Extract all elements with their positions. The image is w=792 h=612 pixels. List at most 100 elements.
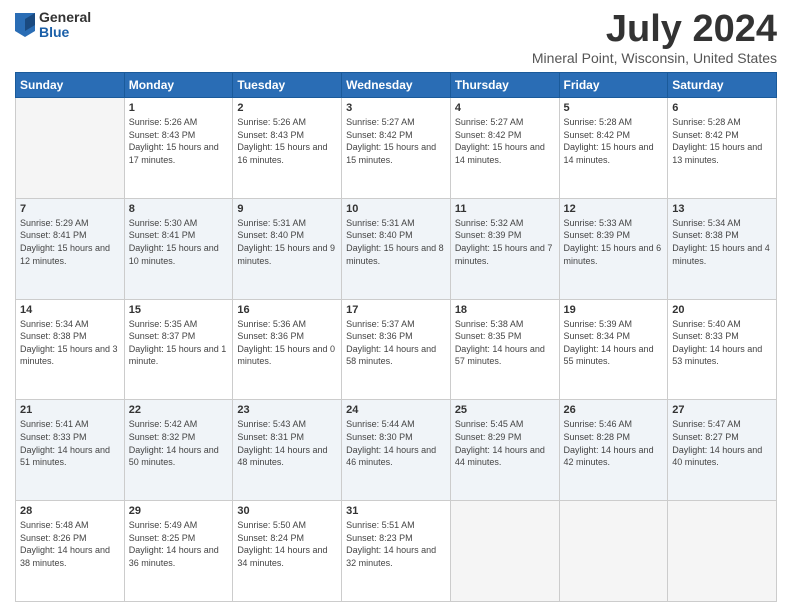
- day-number: 14: [20, 304, 120, 316]
- day-number: 31: [346, 505, 446, 517]
- logo-text: General Blue: [39, 10, 91, 41]
- day-number: 25: [455, 404, 555, 416]
- day-number: 10: [346, 203, 446, 215]
- calendar-row-4: 21 Sunrise: 5:41 AM Sunset: 8:33 PM Dayli…: [16, 400, 777, 501]
- cell-info: Sunrise: 5:33 AM Sunset: 8:39 PM Dayligh…: [564, 217, 664, 267]
- cell-info: Sunrise: 5:26 AM Sunset: 8:43 PM Dayligh…: [237, 116, 337, 166]
- calendar-row-2: 7 Sunrise: 5:29 AM Sunset: 8:41 PM Daylig…: [16, 198, 777, 299]
- calendar-cell: 29 Sunrise: 5:49 AM Sunset: 8:25 PM Dayli…: [124, 501, 233, 602]
- calendar-cell: 3 Sunrise: 5:27 AM Sunset: 8:42 PM Daylig…: [342, 98, 451, 199]
- cell-info: Sunrise: 5:32 AM Sunset: 8:39 PM Dayligh…: [455, 217, 555, 267]
- day-number: 23: [237, 404, 337, 416]
- calendar-table: Sunday Monday Tuesday Wednesday Thursday…: [15, 72, 777, 602]
- calendar-cell: 11 Sunrise: 5:32 AM Sunset: 8:39 PM Dayli…: [450, 198, 559, 299]
- month-title: July 2024: [532, 10, 777, 48]
- cell-info: Sunrise: 5:47 AM Sunset: 8:27 PM Dayligh…: [672, 418, 772, 468]
- cell-info: Sunrise: 5:45 AM Sunset: 8:29 PM Dayligh…: [455, 418, 555, 468]
- day-number: 2: [237, 102, 337, 114]
- day-number: 21: [20, 404, 120, 416]
- logo-icon: [15, 13, 35, 37]
- page: General Blue July 2024 Mineral Point, Wi…: [0, 0, 792, 612]
- cell-info: Sunrise: 5:28 AM Sunset: 8:42 PM Dayligh…: [564, 116, 664, 166]
- day-number: 27: [672, 404, 772, 416]
- day-number: 8: [129, 203, 229, 215]
- cell-info: Sunrise: 5:42 AM Sunset: 8:32 PM Dayligh…: [129, 418, 229, 468]
- day-number: 7: [20, 203, 120, 215]
- calendar-cell: [559, 501, 668, 602]
- calendar-cell: 6 Sunrise: 5:28 AM Sunset: 8:42 PM Daylig…: [668, 98, 777, 199]
- day-number: 16: [237, 304, 337, 316]
- day-number: 6: [672, 102, 772, 114]
- cell-info: Sunrise: 5:34 AM Sunset: 8:38 PM Dayligh…: [20, 318, 120, 368]
- cell-info: Sunrise: 5:50 AM Sunset: 8:24 PM Dayligh…: [237, 519, 337, 569]
- header: General Blue July 2024 Mineral Point, Wi…: [15, 10, 777, 66]
- calendar-cell: 10Sunrise: 5:31 AM Sunset: 8:40 PM Dayli…: [342, 198, 451, 299]
- cell-info: Sunrise: 5:49 AM Sunset: 8:25 PM Dayligh…: [129, 519, 229, 569]
- calendar-cell: 15 Sunrise: 5:35 AM Sunset: 8:37 PM Dayli…: [124, 299, 233, 400]
- logo: General Blue: [15, 10, 91, 41]
- calendar-cell: 5 Sunrise: 5:28 AM Sunset: 8:42 PM Daylig…: [559, 98, 668, 199]
- cell-info: Sunrise: 5:34 AM Sunset: 8:38 PM Dayligh…: [672, 217, 772, 267]
- day-number: 22: [129, 404, 229, 416]
- day-number: 4: [455, 102, 555, 114]
- day-number: 5: [564, 102, 664, 114]
- header-right: July 2024 Mineral Point, Wisconsin, Unit…: [532, 10, 777, 66]
- calendar-cell: 24 Sunrise: 5:44 AM Sunset: 8:30 PM Dayli…: [342, 400, 451, 501]
- calendar-row-5: 28 Sunrise: 5:48 AM Sunset: 8:26 PM Dayli…: [16, 501, 777, 602]
- calendar-cell: 7 Sunrise: 5:29 AM Sunset: 8:41 PM Daylig…: [16, 198, 125, 299]
- logo-blue-text: Blue: [39, 25, 91, 40]
- day-number: 12: [564, 203, 664, 215]
- calendar-cell: 8 Sunrise: 5:30 AM Sunset: 8:41 PM Daylig…: [124, 198, 233, 299]
- cell-info: Sunrise: 5:31 AM Sunset: 8:40 PM Dayligh…: [237, 217, 337, 267]
- header-thursday: Thursday: [450, 73, 559, 98]
- day-number: 26: [564, 404, 664, 416]
- calendar-cell: [16, 98, 125, 199]
- day-number: 11: [455, 203, 555, 215]
- calendar-cell: 16Sunrise: 5:36 AM Sunset: 8:36 PM Dayli…: [233, 299, 342, 400]
- day-number: 29: [129, 505, 229, 517]
- day-number: 20: [672, 304, 772, 316]
- cell-info: Sunrise: 5:29 AM Sunset: 8:41 PM Dayligh…: [20, 217, 120, 267]
- header-sunday: Sunday: [16, 73, 125, 98]
- cell-info: Sunrise: 5:48 AM Sunset: 8:26 PM Dayligh…: [20, 519, 120, 569]
- calendar-cell: 4 Sunrise: 5:27 AM Sunset: 8:42 PM Daylig…: [450, 98, 559, 199]
- cell-info: Sunrise: 5:28 AM Sunset: 8:42 PM Dayligh…: [672, 116, 772, 166]
- day-number: 1: [129, 102, 229, 114]
- cell-info: Sunrise: 5:27 AM Sunset: 8:42 PM Dayligh…: [455, 116, 555, 166]
- day-number: 18: [455, 304, 555, 316]
- calendar-header-row: Sunday Monday Tuesday Wednesday Thursday…: [16, 73, 777, 98]
- header-wednesday: Wednesday: [342, 73, 451, 98]
- day-number: 30: [237, 505, 337, 517]
- header-tuesday: Tuesday: [233, 73, 342, 98]
- day-number: 28: [20, 505, 120, 517]
- calendar-cell: 1Sunrise: 5:26 AM Sunset: 8:43 PM Daylig…: [124, 98, 233, 199]
- day-number: 3: [346, 102, 446, 114]
- day-number: 24: [346, 404, 446, 416]
- calendar-cell: 28 Sunrise: 5:48 AM Sunset: 8:26 PM Dayli…: [16, 501, 125, 602]
- calendar-cell: 23Sunrise: 5:43 AM Sunset: 8:31 PM Dayli…: [233, 400, 342, 501]
- calendar-cell: 22 Sunrise: 5:42 AM Sunset: 8:32 PM Dayli…: [124, 400, 233, 501]
- cell-info: Sunrise: 5:44 AM Sunset: 8:30 PM Dayligh…: [346, 418, 446, 468]
- calendar-cell: 2 Sunrise: 5:26 AM Sunset: 8:43 PM Daylig…: [233, 98, 342, 199]
- day-number: 9: [237, 203, 337, 215]
- calendar-cell: 27 Sunrise: 5:47 AM Sunset: 8:27 PM Dayli…: [668, 400, 777, 501]
- calendar-cell: 31Sunrise: 5:51 AM Sunset: 8:23 PM Dayli…: [342, 501, 451, 602]
- calendar-cell: 18 Sunrise: 5:38 AM Sunset: 8:35 PM Dayli…: [450, 299, 559, 400]
- cell-info: Sunrise: 5:35 AM Sunset: 8:37 PM Dayligh…: [129, 318, 229, 368]
- calendar-row-3: 14 Sunrise: 5:34 AM Sunset: 8:38 PM Dayli…: [16, 299, 777, 400]
- cell-info: Sunrise: 5:30 AM Sunset: 8:41 PM Dayligh…: [129, 217, 229, 267]
- cell-info: Sunrise: 5:46 AM Sunset: 8:28 PM Dayligh…: [564, 418, 664, 468]
- cell-info: Sunrise: 5:27 AM Sunset: 8:42 PM Dayligh…: [346, 116, 446, 166]
- day-number: 15: [129, 304, 229, 316]
- calendar-cell: 13Sunrise: 5:34 AM Sunset: 8:38 PM Dayli…: [668, 198, 777, 299]
- day-number: 17: [346, 304, 446, 316]
- location: Mineral Point, Wisconsin, United States: [532, 50, 777, 66]
- cell-info: Sunrise: 5:40 AM Sunset: 8:33 PM Dayligh…: [672, 318, 772, 368]
- calendar-cell: 12 Sunrise: 5:33 AM Sunset: 8:39 PM Dayli…: [559, 198, 668, 299]
- cell-info: Sunrise: 5:38 AM Sunset: 8:35 PM Dayligh…: [455, 318, 555, 368]
- calendar-cell: 19Sunrise: 5:39 AM Sunset: 8:34 PM Dayli…: [559, 299, 668, 400]
- header-monday: Monday: [124, 73, 233, 98]
- calendar-cell: 25 Sunrise: 5:45 AM Sunset: 8:29 PM Dayli…: [450, 400, 559, 501]
- calendar-cell: 9 Sunrise: 5:31 AM Sunset: 8:40 PM Daylig…: [233, 198, 342, 299]
- cell-info: Sunrise: 5:41 AM Sunset: 8:33 PM Dayligh…: [20, 418, 120, 468]
